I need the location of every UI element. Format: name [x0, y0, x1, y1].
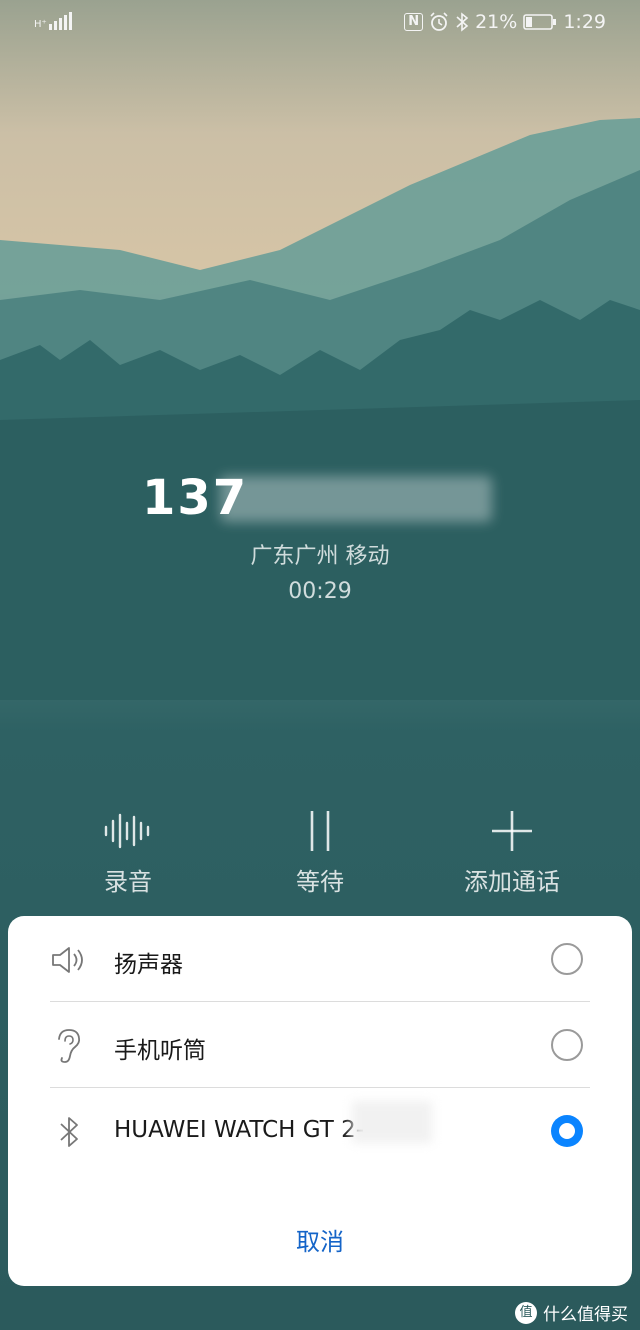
battery-icon: [523, 14, 557, 30]
watermark-text: 什么值得买: [543, 1305, 628, 1325]
add-call-label: 添加通话: [464, 868, 560, 896]
alarm-icon: [430, 12, 448, 31]
redacted-device-blur: [352, 1101, 432, 1143]
record-label: 录音: [104, 868, 152, 896]
bluetooth-icon: [50, 1113, 88, 1151]
redacted-number-blur: [220, 476, 492, 522]
option-earpiece[interactable]: 手机听筒: [8, 1003, 632, 1089]
clock: 1:29: [563, 11, 606, 33]
nfc-icon: N: [404, 13, 424, 31]
earpiece-radio[interactable]: [551, 1029, 583, 1061]
plus-icon: [492, 811, 532, 851]
cancel-button[interactable]: 取消: [0, 1222, 640, 1257]
bluetooth-radio-selected[interactable]: [551, 1115, 583, 1147]
pause-icon: [310, 811, 330, 851]
option-speaker-label: 扬声器: [114, 952, 183, 978]
network-type-label: H⁺: [34, 19, 47, 30]
option-earpiece-label: 手机听筒: [114, 1038, 206, 1064]
option-speaker[interactable]: 扬声器: [8, 917, 632, 1003]
watermark-logo-icon: [515, 1301, 537, 1324]
call-controls: 录音 等待 添加通话: [0, 806, 640, 906]
hold-label: 等待: [296, 868, 344, 896]
hold-button[interactable]: 等待: [230, 806, 410, 897]
signal-bars-icon: [48, 12, 72, 30]
bluetooth-status-icon: [456, 12, 469, 32]
status-icons: N 21% 1:29: [404, 11, 606, 33]
divider: [50, 1001, 590, 1002]
call-duration: 00:29: [288, 579, 352, 604]
option-bluetooth-label: HUAWEI WATCH GT 2-: [114, 1117, 365, 1143]
option-bluetooth-watch[interactable]: HUAWEI WATCH GT 2-: [8, 1089, 632, 1175]
signal-group: H⁺: [34, 12, 73, 30]
status-bar: H⁺ N 21% 1:29: [0, 0, 640, 48]
record-button[interactable]: 录音: [38, 806, 218, 897]
watermark: 什么值得买: [515, 1300, 628, 1325]
speaker-icon: [50, 941, 88, 979]
divider: [50, 1087, 590, 1088]
speaker-radio[interactable]: [551, 943, 583, 975]
battery-percent: 21%: [475, 11, 518, 33]
caller-location: 广东广州 移动: [250, 544, 390, 569]
add-call-button[interactable]: 添加通话: [422, 806, 602, 897]
ear-icon: [50, 1027, 88, 1065]
waveform-icon: [104, 813, 150, 849]
